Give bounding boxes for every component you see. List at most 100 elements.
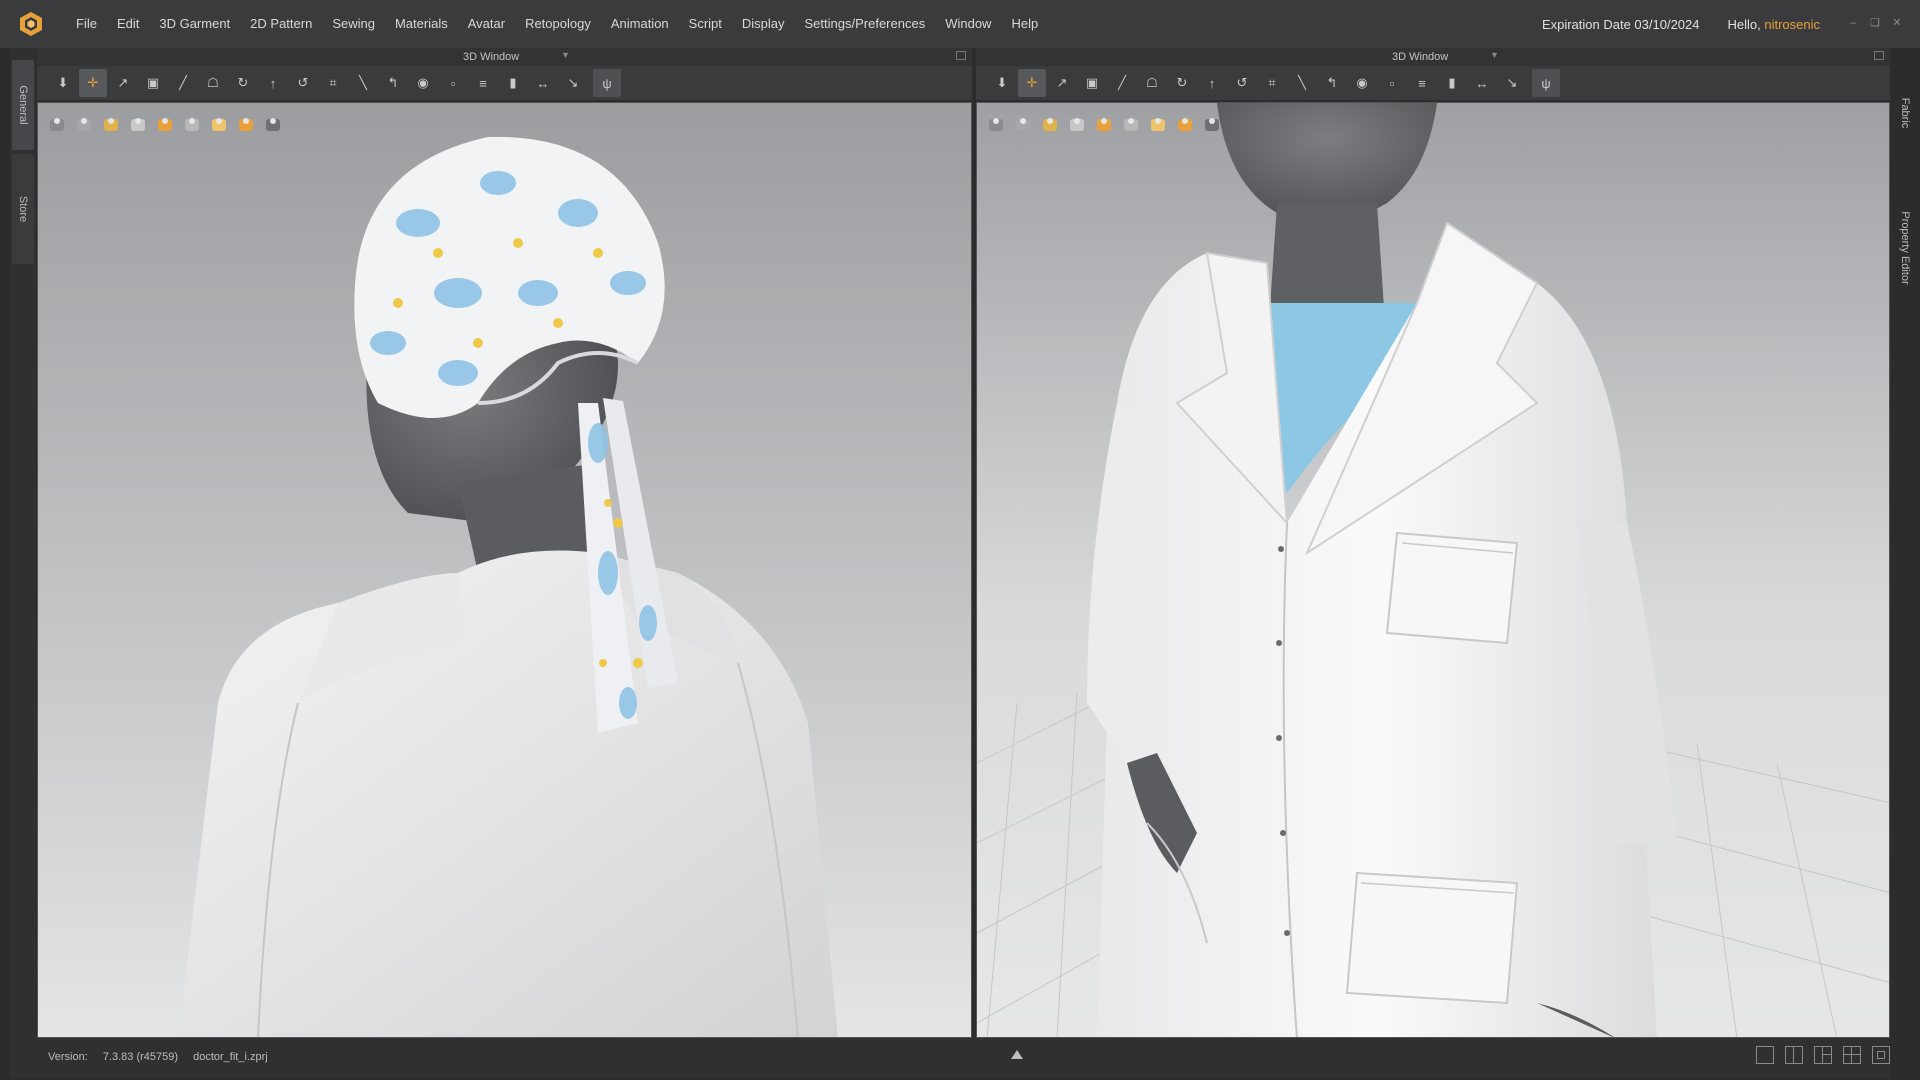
puckering-icon[interactable]: ψ — [1532, 69, 1560, 97]
render-icon[interactable] — [154, 113, 176, 135]
tab-general[interactable]: General — [12, 60, 34, 150]
avatar-head-icon[interactable] — [1174, 113, 1196, 135]
lift-icon[interactable]: ↑ — [259, 69, 287, 97]
tab-fabric[interactable]: Fabric — [1894, 78, 1916, 148]
username-link[interactable]: nitrosenic — [1764, 17, 1820, 32]
app-logo-icon[interactable] — [18, 11, 44, 37]
menu-help[interactable]: Help — [1001, 0, 1048, 48]
select-arrow-icon[interactable]: ⬇ — [49, 69, 77, 97]
sew-icon[interactable]: ╲ — [1288, 69, 1316, 97]
menu-settings-preferences[interactable]: Settings/Preferences — [795, 0, 936, 48]
close-icon[interactable]: ✕ — [1890, 16, 1904, 30]
fold-icon[interactable]: ☖ — [199, 69, 227, 97]
edit-pin-icon[interactable]: ↗ — [109, 69, 137, 97]
fabric-mesh-icon-shape — [1043, 118, 1057, 131]
tack-icon-glyph: ↻ — [237, 75, 249, 90]
menu-script[interactable]: Script — [679, 0, 732, 48]
avatar-icon[interactable] — [1066, 113, 1088, 135]
shaded-icon-shape — [1124, 118, 1138, 131]
select-arrow-icon[interactable]: ⬇ — [988, 69, 1016, 97]
circle-icon[interactable]: ◉ — [409, 69, 437, 97]
puckering-icon[interactable]: ψ — [593, 69, 621, 97]
tack-icon[interactable]: ↻ — [1168, 69, 1196, 97]
edit-pin-icon[interactable]: ↗ — [1048, 69, 1076, 97]
lift-icon[interactable]: ↑ — [1198, 69, 1226, 97]
render-icon[interactable] — [1093, 113, 1115, 135]
fold-arrange-icon[interactable]: ↰ — [1318, 69, 1346, 97]
fabric-texture-icon[interactable] — [1012, 113, 1034, 135]
tack-icon[interactable]: ↻ — [229, 69, 257, 97]
viewport-front-view[interactable] — [976, 102, 1890, 1038]
rotate-icon[interactable]: ↺ — [289, 69, 317, 97]
menu-display[interactable]: Display — [732, 0, 795, 48]
trim-icon[interactable]: ▮ — [499, 69, 527, 97]
avatar-icon[interactable] — [127, 113, 149, 135]
undock-icon[interactable] — [1874, 51, 1884, 60]
tab-property-editor[interactable]: Property Editor — [1894, 188, 1916, 308]
menu-2d-pattern[interactable]: 2D Pattern — [240, 0, 322, 48]
zipper-icon-glyph: ≡ — [1418, 75, 1426, 91]
menu-edit[interactable]: Edit — [107, 0, 149, 48]
dual-view-icon[interactable] — [1785, 1046, 1803, 1064]
quad-view-icon[interactable] — [1843, 1046, 1861, 1064]
fabric-mesh-icon[interactable] — [100, 113, 122, 135]
menu-file[interactable]: File — [66, 0, 107, 48]
skin-icon[interactable] — [208, 113, 230, 135]
menu-materials[interactable]: Materials — [385, 0, 458, 48]
menu-retopology[interactable]: Retopology — [515, 0, 601, 48]
tuck-icon-glyph: ↘ — [567, 75, 579, 90]
avatar-head-icon[interactable] — [235, 113, 257, 135]
undock-icon[interactable] — [956, 51, 966, 60]
fabric-solid-icon-shape — [989, 118, 1003, 131]
fold-icon[interactable]: ☖ — [1138, 69, 1166, 97]
menu-sewing[interactable]: Sewing — [322, 0, 385, 48]
single-view-icon[interactable] — [1756, 1046, 1774, 1064]
trim-icon[interactable]: ▮ — [1438, 69, 1466, 97]
sew-icon[interactable]: ╲ — [349, 69, 377, 97]
split-icon[interactable]: ↔ — [1468, 69, 1496, 97]
button-icon-glyph: ▫ — [450, 75, 456, 91]
minimize-icon[interactable]: – — [1846, 16, 1860, 30]
chevron-down-icon[interactable]: ▼ — [1490, 50, 1499, 60]
triple-view-icon[interactable] — [1814, 1046, 1832, 1064]
move-cross-icon[interactable]: ✛ — [79, 69, 107, 97]
chevron-down-icon[interactable]: ▼ — [561, 50, 570, 60]
lights-icon[interactable] — [262, 113, 284, 135]
circle-icon[interactable]: ◉ — [1348, 69, 1376, 97]
measure-icon[interactable]: ╱ — [1108, 69, 1136, 97]
button-icon[interactable]: ▫ — [439, 69, 467, 97]
tuck-icon[interactable]: ↘ — [1498, 69, 1526, 97]
split-icon[interactable]: ↔ — [529, 69, 557, 97]
menu-animation[interactable]: Animation — [601, 0, 679, 48]
menu-window[interactable]: Window — [935, 0, 1001, 48]
fabric-solid-icon[interactable] — [46, 113, 68, 135]
tuck-icon[interactable]: ↘ — [559, 69, 587, 97]
fabric-texture-icon[interactable] — [73, 113, 95, 135]
button-icon[interactable]: ▫ — [1378, 69, 1406, 97]
fold-arrange-icon[interactable]: ↰ — [379, 69, 407, 97]
grid-icon[interactable]: ⌗ — [319, 69, 347, 97]
zipper-icon[interactable]: ≡ — [1408, 69, 1436, 97]
shaded-icon[interactable] — [1120, 113, 1142, 135]
zipper-icon[interactable]: ≡ — [469, 69, 497, 97]
shaded-icon[interactable] — [181, 113, 203, 135]
garment-select-icon[interactable]: ▣ — [139, 69, 167, 97]
move-cross-icon[interactable]: ✛ — [1018, 69, 1046, 97]
fabric-solid-icon[interactable] — [985, 113, 1007, 135]
fullscreen-icon[interactable] — [1872, 1046, 1890, 1064]
viewport-back-view[interactable] — [37, 102, 972, 1038]
tab-store[interactable]: Store — [12, 154, 34, 264]
lights-icon[interactable] — [1201, 113, 1223, 135]
fabric-mesh-icon[interactable] — [1039, 113, 1061, 135]
expand-up-icon[interactable] — [1011, 1050, 1023, 1059]
measure-icon-glyph: ╱ — [1118, 75, 1126, 90]
measure-icon[interactable]: ╱ — [169, 69, 197, 97]
grid-icon[interactable]: ⌗ — [1258, 69, 1286, 97]
file-name: doctor_fit_i.zprj — [193, 1051, 268, 1063]
menu-3d-garment[interactable]: 3D Garment — [149, 0, 240, 48]
skin-icon[interactable] — [1147, 113, 1169, 135]
menu-avatar[interactable]: Avatar — [458, 0, 515, 48]
garment-select-icon[interactable]: ▣ — [1078, 69, 1106, 97]
restore-icon[interactable]: ❏ — [1868, 16, 1882, 30]
rotate-icon[interactable]: ↺ — [1228, 69, 1256, 97]
